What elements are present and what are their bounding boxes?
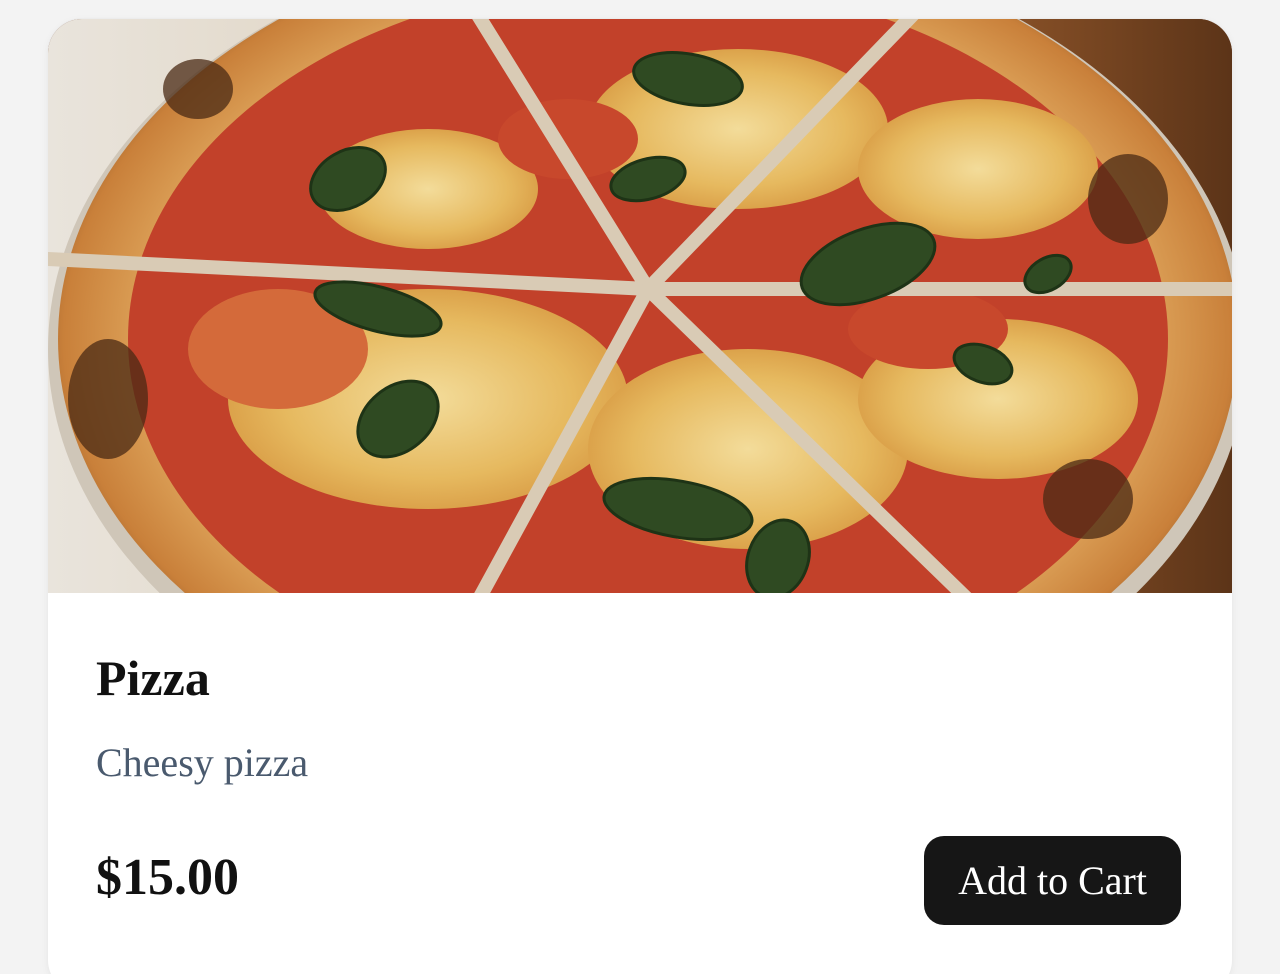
add-to-cart-button[interactable]: Add to Cart — [924, 836, 1181, 925]
product-description: Cheesy pizza — [96, 740, 309, 785]
product-card: Pizza Cheesy pizza $15.00 Add to Cart — [48, 19, 1232, 974]
page: Pizza Cheesy pizza $15.00 Add to Cart — [0, 0, 1280, 974]
pizza-illustration — [48, 19, 1232, 593]
product-title: Pizza — [96, 650, 210, 706]
product-price: $15.00 — [96, 849, 239, 906]
product-image — [48, 19, 1232, 593]
